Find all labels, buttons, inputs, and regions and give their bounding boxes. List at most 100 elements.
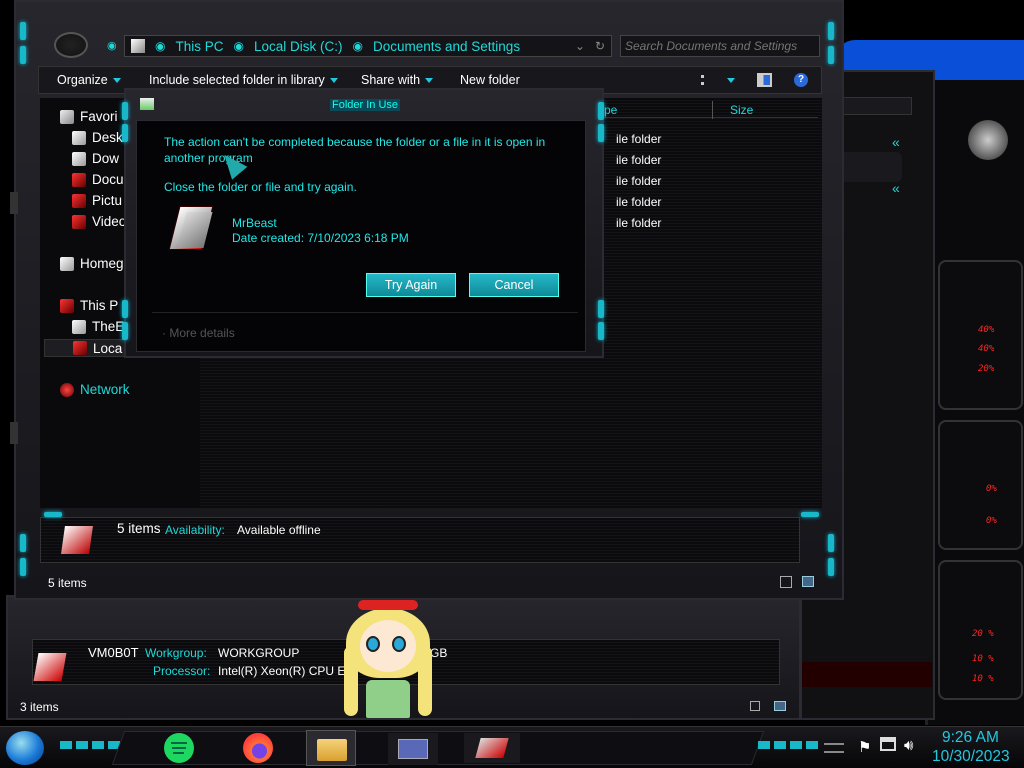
nav-favorites[interactable]: Favori	[60, 109, 118, 124]
nav-local-disk[interactable]: Loca	[44, 339, 134, 357]
documents-icon	[72, 172, 86, 187]
nav-user[interactable]: TheE	[72, 319, 124, 334]
computer-nav-icon	[60, 298, 74, 313]
widget-pct-6: 20 %	[972, 629, 994, 639]
file-row-5-type[interactable]: ile folder	[616, 216, 661, 230]
file-row-2-type[interactable]: ile folder	[616, 153, 661, 167]
nav-downloads[interactable]: Dow	[72, 151, 119, 166]
downloads-icon	[72, 151, 86, 166]
firefox-icon[interactable]	[243, 733, 273, 763]
file-thumbnail-icon	[168, 204, 214, 252]
back-chevron-icon[interactable]: «	[892, 134, 900, 150]
user-icon	[72, 319, 86, 334]
window-logo-icon	[54, 32, 88, 58]
details-count: 5 items	[117, 521, 161, 536]
crumb-this-pc[interactable]: This PC	[175, 39, 223, 54]
crumb-documents[interactable]: Documents and Settings	[373, 39, 520, 54]
details-view-icon[interactable]	[780, 576, 792, 588]
disk-icon	[73, 341, 87, 355]
clock-time[interactable]: 9:26 AM	[942, 729, 999, 747]
crumb-sep-icon: ◉	[155, 39, 166, 53]
include-library-button[interactable]: Include selected folder in library	[149, 73, 338, 87]
file-explorer-taskbar-icon[interactable]	[306, 730, 356, 766]
view-options-icon[interactable]	[701, 75, 713, 85]
cancel-button[interactable]: Cancel	[469, 273, 559, 297]
column-type[interactable]: pe	[604, 103, 617, 117]
widget-pct-2: 40%	[978, 344, 995, 354]
cartoon-character-sticker	[336, 600, 436, 722]
widget-pct-5: 0%	[986, 516, 997, 526]
help-icon[interactable]: ?	[794, 73, 808, 87]
nav-documents[interactable]: Docu	[72, 172, 124, 187]
start-button[interactable]	[6, 731, 44, 765]
network-icon	[60, 382, 74, 397]
search-input[interactable]	[620, 35, 820, 57]
dialog-app-icon	[140, 98, 154, 110]
widget-pct-3: 20%	[978, 364, 995, 374]
crumb-local-disk[interactable]: Local Disk (C:)	[254, 39, 343, 54]
address-dropdown-icon[interactable]: ⌄	[575, 39, 585, 53]
pictures-icon	[72, 193, 86, 208]
back-status-text: 3 items	[20, 700, 59, 714]
alienware-taskbar-icon[interactable]	[464, 733, 520, 763]
taskbar: ⚑ 🔊︎ 9:26 AM 10/30/2023	[0, 726, 1024, 768]
processor-value: Intel(R) Xeon(R) CPU E...	[218, 664, 356, 678]
file-name: MrBeast	[232, 216, 277, 230]
processor-label: Processor:	[153, 664, 211, 678]
availability-label: Availability:	[165, 523, 225, 537]
alienware-widget: 40% 40% 20% 0% 0% 20 % 10 % 10 %	[925, 80, 1024, 725]
nav-desktop[interactable]: Desk	[72, 130, 123, 145]
widget-pct-1: 40%	[978, 325, 995, 335]
network-tray-icon[interactable]	[880, 737, 896, 751]
folder-in-use-dialog: Folder In Use The action can't be comple…	[122, 88, 604, 358]
view-details-icon[interactable]	[750, 701, 760, 711]
nav-videos[interactable]: Video	[72, 214, 126, 229]
status-bar-text: 5 items	[48, 576, 87, 590]
file-row-4-type[interactable]: ile folder	[616, 195, 661, 209]
details-folder-icon	[61, 526, 93, 554]
nav-pictures[interactable]: Pictu	[72, 193, 122, 208]
column-size[interactable]: Size	[730, 103, 753, 117]
alien-logo-icon	[968, 120, 1008, 160]
dialog-title: Folder In Use	[330, 99, 401, 111]
widget-pct-8: 10 %	[972, 674, 994, 684]
file-row-3-type[interactable]: ile folder	[616, 174, 661, 188]
workgroup-label: Workgroup:	[145, 646, 207, 660]
show-hidden-icons[interactable]	[824, 743, 844, 753]
nav-this-pc[interactable]: This P	[60, 298, 118, 313]
details-pane: 5 items Availability: Available offline	[40, 517, 800, 563]
nav-network[interactable]: Network	[60, 382, 130, 397]
star-icon	[60, 109, 74, 124]
back-chevron2-icon[interactable]: «	[892, 180, 900, 196]
view-dropdown-icon[interactable]	[727, 78, 735, 83]
clock-date[interactable]: 10/30/2023	[932, 748, 1010, 766]
volume-icon[interactable]: 🔊︎	[904, 737, 913, 754]
widget-pct-7: 10 %	[972, 654, 994, 664]
widget-pct-4: 0%	[986, 484, 997, 494]
new-folder-button[interactable]: New folder	[460, 73, 520, 87]
file-date: Date created: 7/10/2023 6:18 PM	[232, 231, 409, 245]
nav-homegroup[interactable]: Homeg	[60, 256, 124, 271]
computer-name: VM0B0T	[88, 645, 139, 660]
desktop-icon	[72, 130, 86, 145]
homegroup-icon	[60, 256, 74, 271]
workgroup-value: WORKGROUP	[218, 646, 300, 660]
try-again-button[interactable]: Try Again	[366, 273, 456, 297]
preview-pane-icon[interactable]	[757, 73, 772, 87]
videos-icon	[72, 214, 86, 229]
folder-icon	[131, 39, 145, 53]
back-nav-dot[interactable]: ◉	[107, 39, 117, 52]
file-row-1-type[interactable]: ile folder	[616, 132, 661, 146]
share-with-button[interactable]: Share with	[361, 73, 434, 87]
availability-value: Available offline	[237, 523, 321, 537]
spotify-icon[interactable]	[164, 733, 194, 763]
organize-button[interactable]: Organize	[57, 73, 121, 87]
more-details-toggle[interactable]: · More details	[162, 326, 235, 340]
address-bar[interactable]: ◉ This PC ◉ Local Disk (C:) ◉ Documents …	[124, 35, 612, 57]
action-center-flag-icon[interactable]: ⚑	[858, 738, 871, 756]
view-tiles-icon[interactable]	[774, 701, 786, 711]
large-icons-view-icon[interactable]	[802, 576, 814, 587]
control-panel-taskbar-icon[interactable]	[388, 733, 438, 765]
dialog-hint: Close the folder or file and try again.	[164, 180, 357, 194]
refresh-icon[interactable]: ↻	[595, 39, 605, 53]
